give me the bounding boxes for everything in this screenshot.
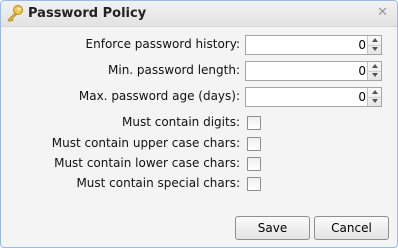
min-length-spin-buttons [367, 62, 381, 80]
form-row-upper: Must contain upper case chars: [1, 134, 397, 154]
history-stepper[interactable]: 0 [245, 35, 382, 55]
history-value[interactable]: 0 [358, 38, 366, 52]
lower-label: Must contain lower case chars: [54, 156, 240, 170]
digits-label: Must contain digits: [122, 115, 240, 129]
close-icon[interactable]: ✕ [377, 6, 388, 20]
history-spin-buttons [367, 36, 381, 54]
max-age-stepper[interactable]: 0 [245, 87, 382, 107]
min-length-value[interactable]: 0 [358, 64, 366, 78]
dialog-title: Password Policy [28, 6, 147, 21]
digits-checkbox[interactable] [247, 116, 261, 130]
cancel-button[interactable]: Cancel [314, 216, 389, 240]
key-icon [5, 4, 25, 24]
form-row-history: Enforce password history: 0 [1, 35, 397, 55]
special-label: Must contain special chars: [76, 176, 240, 190]
spin-down-icon[interactable] [368, 71, 381, 80]
upper-checkbox[interactable] [247, 137, 261, 151]
form-row-special: Must contain special chars: [1, 174, 397, 194]
spin-down-icon[interactable] [368, 97, 381, 106]
min-length-stepper[interactable]: 0 [245, 61, 382, 81]
min-length-label: Min. password length: [108, 63, 240, 77]
max-age-spin-buttons [367, 88, 381, 106]
save-button[interactable]: Save [235, 216, 310, 240]
spin-down-icon[interactable] [368, 45, 381, 54]
form-row-max-age: Max. password age (days): 0 [1, 87, 397, 107]
dialog-titlebar[interactable]: Password Policy ✕ [1, 1, 397, 27]
history-label: Enforce password history: [85, 37, 240, 51]
form-row-min-length: Min. password length: 0 [1, 61, 397, 81]
lower-checkbox[interactable] [247, 157, 261, 171]
form-row-lower: Must contain lower case chars: [1, 154, 397, 174]
form-row-digits: Must contain digits: [1, 113, 397, 133]
upper-label: Must contain upper case chars: [51, 136, 240, 150]
password-policy-dialog: Password Policy ✕ Enforce password histo… [0, 0, 398, 248]
max-age-value[interactable]: 0 [358, 90, 366, 104]
special-checkbox[interactable] [247, 177, 261, 191]
max-age-label: Max. password age (days): [78, 89, 240, 103]
